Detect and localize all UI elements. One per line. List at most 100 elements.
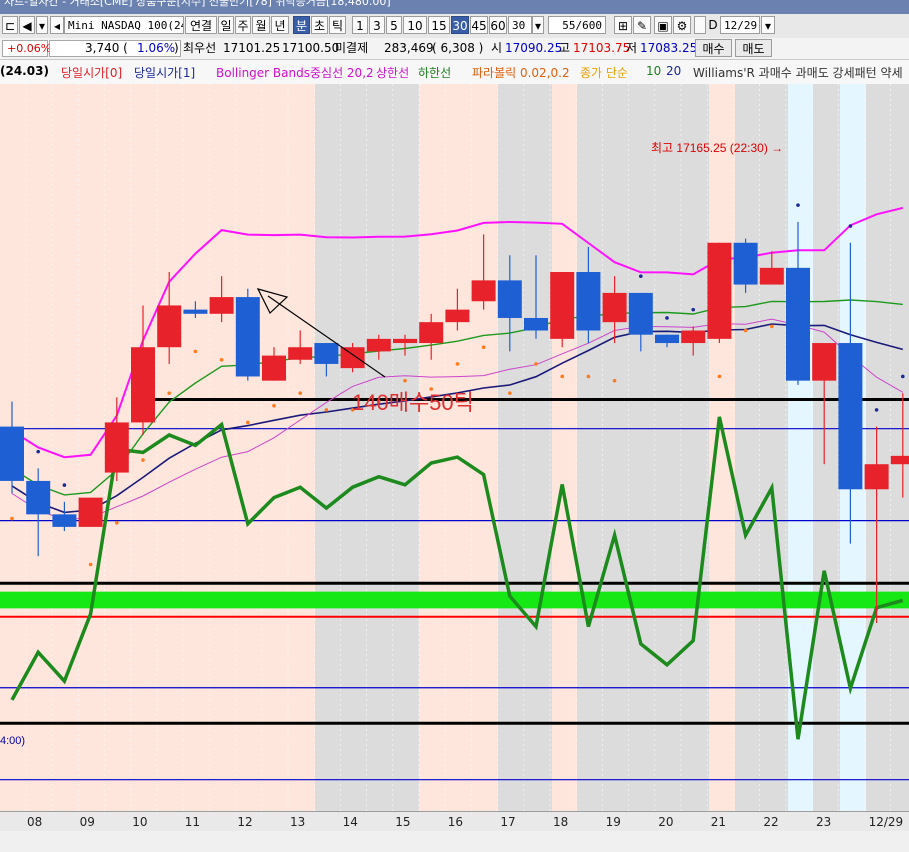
legend-close-sma[interactable]: 종가 단순 [580,64,628,81]
low-value: 17083.25 [640,41,698,55]
period-60-button[interactable]: 60 [489,16,507,34]
symbol-input[interactable]: Mini NASDAQ 100(24.0 [64,16,184,34]
x-tick-label: 21 [710,815,727,829]
sell-button[interactable]: 매도 [735,39,772,57]
period-15-button[interactable]: 15 [428,16,450,34]
button-connect[interactable]: 연결 [185,16,217,34]
sar-dot [10,516,14,521]
period-1-button[interactable]: 1 [352,16,368,34]
candle-body [655,334,679,344]
button-second[interactable]: 초 [311,16,328,34]
x-tick-label: 08 [27,815,43,829]
high-value: 17103.75 [573,41,631,55]
legend-lower-band[interactable]: 하한선 [418,64,451,81]
x-tick-label: 22 [763,815,779,829]
legend-day-open-0[interactable]: 당일시가[0] [61,64,122,81]
x-tick-label: 17 [500,815,516,829]
sar-dot [141,458,145,462]
symbol-prev-icon[interactable]: ◂ [50,16,64,34]
sar-dot [639,274,643,278]
session-band [498,84,552,811]
legend-day-open-1[interactable]: 당일시가[1] [134,64,195,81]
candle-body [131,347,155,423]
open-interest-label: 미결제 [335,41,369,55]
sar-dot [481,345,486,350]
candle-body [576,272,601,331]
candle-body [314,343,339,364]
sar-dot [272,403,276,408]
sar-dot [612,378,617,383]
session-band [0,84,315,811]
sar-dot [586,374,591,379]
button-minute[interactable]: 분 [293,16,310,34]
x-tick-label: 20 [658,815,674,829]
sar-dot [665,316,669,320]
volume-close-paren: ) [174,41,179,55]
candle-body [890,455,909,465]
indicator-icon[interactable]: ✎ [633,16,651,34]
candle-body [864,464,889,490]
bar-count-input[interactable]: 55/600 [548,16,606,34]
candle-body [209,297,234,314]
open-interest-change: ( 6,308 ) [432,41,484,55]
open-value: 17090.25 [505,41,563,55]
date-dropdown-icon[interactable]: ▾ [761,16,775,34]
sar-dot [901,374,905,379]
period-45-button[interactable]: 45 [470,16,488,34]
sar-dot [691,307,695,312]
legend-parabolic[interactable]: 파라볼릭 0.02,0.2 [472,64,570,81]
high-label: 고 [559,41,571,55]
x-tick-label: 12 [237,815,253,829]
buy-button[interactable]: 매수 [695,39,732,57]
button-month[interactable]: 월 [252,16,270,34]
grid-icon[interactable]: ⊞ [614,16,632,34]
sar-dot [115,520,119,525]
period-10-button[interactable]: 10 [403,16,427,34]
button-year[interactable]: 년 [271,16,289,34]
candle-body [471,280,496,302]
speaker-dropdown-icon[interactable]: ▾ [36,16,48,34]
candle-body [157,305,182,348]
candle-body [52,514,77,527]
period-5-button[interactable]: 5 [386,16,402,34]
candle-body [104,422,129,473]
x-tick-label: 11 [184,815,201,829]
date-input[interactable]: 12/29 [720,16,760,34]
interval-input[interactable]: 30 [508,16,532,34]
date-checkbox[interactable] [694,16,706,34]
interval-dropdown-icon[interactable]: ▾ [532,16,544,34]
bottom-strip [0,831,909,852]
sar-dot [796,203,800,207]
toolbar: ⊏ ◀ ▾ ◂ Mini NASDAQ 100(24.0 연결 일 주 월 년 … [0,14,909,39]
period-30-button[interactable]: 30 [451,16,469,34]
legend-sma-20[interactable]: 20 [666,64,681,78]
sar-dot [246,420,250,425]
date-flag-label: D [708,18,718,32]
legend-upper-band[interactable]: 상한선 [376,64,409,81]
sar-dot [62,483,67,487]
chart-link-icon[interactable]: ⊏ [2,16,18,34]
change-percent: +0.06% [7,42,52,55]
candle-body [524,317,548,331]
legend-bollinger[interactable]: Bollinger Bands중심선 20,2 [216,64,374,81]
best-bid: 17101.25 [223,41,281,55]
legend-sma-10[interactable]: 10 [646,64,661,78]
sar-dot [88,562,93,567]
candle-body [812,343,837,381]
button-day[interactable]: 일 [218,16,234,34]
legend-williams-r[interactable]: Williams'R 과매수 과매도 강세패턴 약세 [693,64,903,81]
save-icon[interactable]: ▣ [654,16,672,34]
speaker-icon[interactable]: ◀ [19,16,35,34]
period-3-button[interactable]: 3 [369,16,385,34]
price-chart[interactable]: 최고 17165.25 (22:30) → 140매수50틱 4:00) [0,84,909,811]
gear-icon[interactable]: ⚙ [673,16,691,34]
button-tick[interactable]: 틱 [329,16,346,34]
open-interest-value: 283,469 [384,41,434,55]
button-week[interactable]: 주 [235,16,251,34]
session-shading [0,84,909,811]
x-axis: 08 09 10 11 12 13 14 15 16 17 18 19 20 21 22 23 12/29 [0,811,909,832]
sar-dot [403,378,407,383]
green-zone [0,591,909,609]
sar-dot [743,328,748,333]
candle-body [445,309,470,323]
